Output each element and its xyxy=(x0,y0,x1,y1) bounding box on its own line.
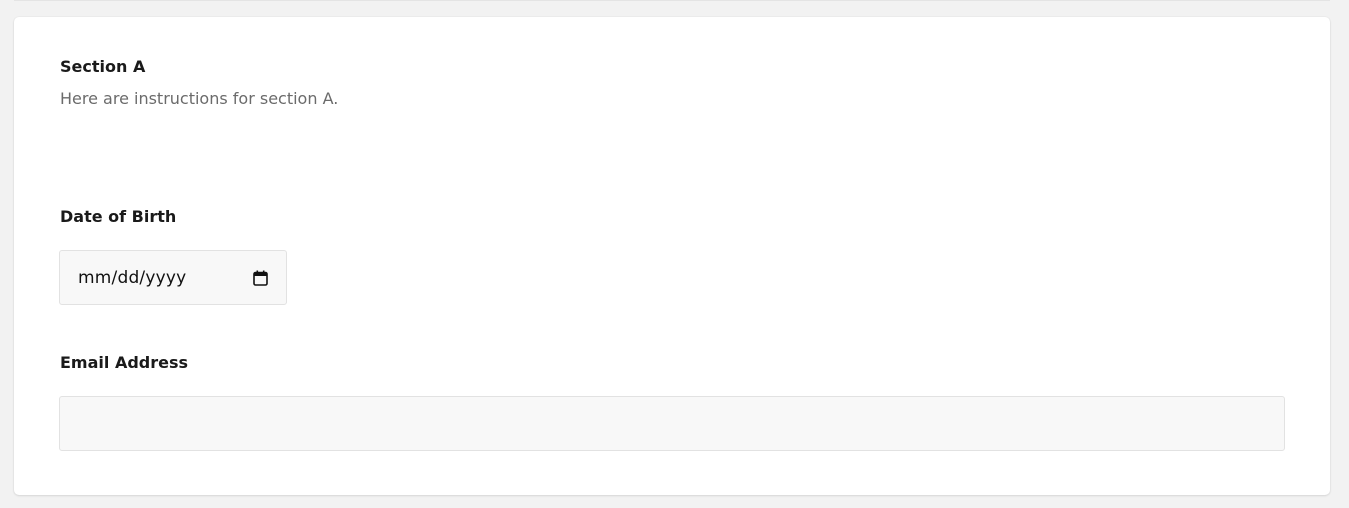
top-divider xyxy=(14,0,1330,1)
dob-date-input[interactable]: mm/dd/yyyy xyxy=(59,250,287,305)
dob-label: Date of Birth xyxy=(60,207,177,226)
email-input[interactable] xyxy=(59,396,1285,451)
section-title: Section A xyxy=(60,57,146,76)
dob-placeholder: mm/dd/yyyy xyxy=(78,267,187,288)
calendar-icon[interactable] xyxy=(252,270,268,286)
form-section-card: Section A Here are instructions for sect… xyxy=(14,17,1330,495)
section-instructions: Here are instructions for section A. xyxy=(60,89,339,108)
email-label: Email Address xyxy=(60,353,189,372)
